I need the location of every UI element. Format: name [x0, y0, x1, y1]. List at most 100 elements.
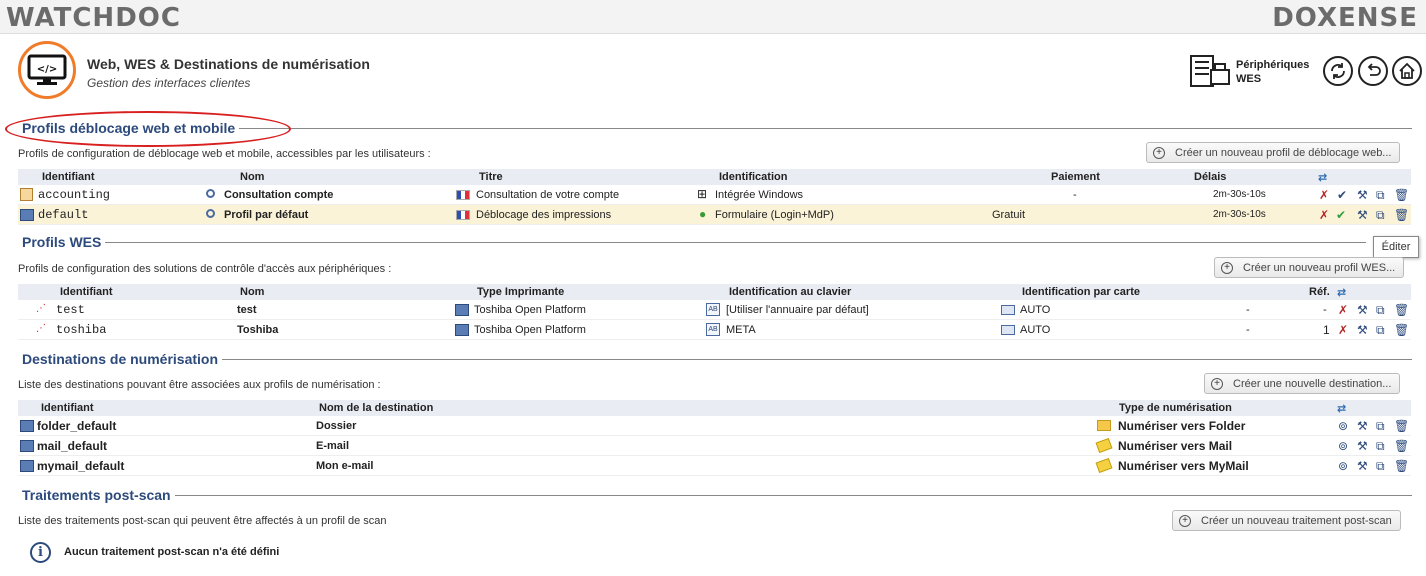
create-post-scan-button[interactable]: + Créer un nouveau traitement post-scan: [1172, 510, 1401, 531]
row-type-imprimante: Toshiba Open Platform: [474, 304, 586, 316]
table-row[interactable]: ⋰ toshiba Toshiba Toshiba Open Platform …: [18, 320, 1411, 340]
scan-antenna-icon[interactable]: ⊚: [1338, 420, 1348, 433]
row-nom-destination: Dossier: [316, 420, 357, 432]
delete-cross-icon[interactable]: ✗: [1338, 324, 1348, 337]
card-icon: [1001, 305, 1015, 315]
create-destination-label: Créer une nouvelle destination...: [1233, 377, 1392, 390]
create-web-profile-label: Créer un nouveau profil de déblocage web…: [1175, 146, 1392, 159]
table-row[interactable]: accounting Consultation compte Consultat…: [18, 185, 1411, 205]
page-subtitle: Gestion des interfaces clientes: [87, 76, 251, 90]
col-paiement: Paiement: [1051, 171, 1100, 183]
edit-tooltip: Éditer: [1373, 236, 1419, 258]
user-green-icon: ●: [699, 207, 707, 221]
edit-tools-icon[interactable]: ⚒: [1357, 324, 1368, 337]
row-identifiant: test: [56, 303, 85, 317]
devices-wes-link[interactable]: Périphériques WES: [1236, 58, 1309, 86]
row-identification-carte: AUTO: [1020, 324, 1051, 336]
edit-tools-icon[interactable]: ⚒: [1357, 304, 1368, 317]
col-identification: Identification: [719, 171, 788, 183]
mail-icon: [1095, 457, 1113, 474]
destination-icon: [20, 460, 34, 472]
table-row[interactable]: default Profil par défaut Déblocage des …: [18, 205, 1411, 225]
keyboard-icon: AB: [706, 323, 720, 336]
table-row[interactable]: mymail_default Mon e-mail Numériser vers…: [18, 456, 1411, 476]
row-identification-clavier: [Utiliser l'annuaire par défaut]: [726, 304, 869, 316]
edit-tools-icon[interactable]: ⚒: [1357, 440, 1368, 453]
duplicate-icon[interactable]: ⧉: [1376, 324, 1385, 337]
duplicate-icon[interactable]: ⧉: [1376, 460, 1385, 473]
empty-post-scan-message: Aucun traitement post-scan n'a été défin…: [64, 546, 280, 558]
trash-icon[interactable]: 🗑: [1394, 460, 1409, 473]
scan-destinations-table-header: Identifiant Nom de la destination Type d…: [18, 400, 1411, 416]
trash-icon[interactable]: 🗑: [1394, 209, 1409, 222]
home-button[interactable]: [1392, 56, 1422, 86]
row-paiement: -: [1073, 189, 1077, 201]
svg-text:</>: </>: [37, 64, 57, 75]
refresh-button[interactable]: [1323, 56, 1353, 86]
duplicate-icon[interactable]: ⧉: [1376, 304, 1385, 317]
create-wes-profile-button[interactable]: + Créer un nouveau profil WES...: [1214, 257, 1405, 278]
windows-icon: ⊞: [697, 187, 708, 201]
scan-antenna-icon[interactable]: ⊚: [1338, 440, 1348, 453]
home-icon: [1399, 62, 1415, 79]
row-titre: Déblocage des impressions: [476, 209, 612, 221]
table-row[interactable]: ⋰ test test Toshiba Open Platform AB [Ut…: [18, 300, 1411, 320]
scan-antenna-icon[interactable]: ⊚: [1338, 460, 1348, 473]
section-desc-post-scan: Liste des traitements post-scan qui peuv…: [18, 515, 387, 527]
table-row[interactable]: mail_default E-mail Numériser vers Mail …: [18, 436, 1411, 456]
wes-icon: ⋰: [36, 303, 46, 314]
edit-tools-icon[interactable]: ⚒: [1357, 420, 1368, 433]
trash-icon[interactable]: 🗑: [1394, 189, 1409, 202]
check-icon[interactable]: ✔: [1337, 189, 1347, 202]
section-title-wes-profiles: Profils WES: [22, 234, 106, 250]
row-delais: 2m-30s-10s: [1213, 189, 1266, 200]
delete-cross-icon[interactable]: ✗: [1319, 209, 1329, 222]
default-check-icon[interactable]: ✔: [1336, 209, 1346, 222]
destination-icon: [20, 420, 34, 432]
row-identifiant: toshiba: [56, 323, 107, 337]
row-identifiant: folder_default: [37, 419, 117, 433]
duplicate-icon[interactable]: ⧉: [1376, 420, 1385, 433]
devices-label: Périphériques: [1236, 59, 1310, 71]
back-button[interactable]: [1358, 56, 1388, 86]
create-wes-profile-label: Créer un nouveau profil WES...: [1243, 261, 1396, 274]
duplicate-icon[interactable]: ⧉: [1376, 440, 1385, 453]
row-identification-carte: AUTO: [1020, 304, 1051, 316]
duplicate-icon[interactable]: ⧉: [1376, 189, 1385, 202]
printer-icon[interactable]: [1189, 52, 1231, 90]
delete-cross-icon[interactable]: ✗: [1338, 304, 1348, 317]
row-paiement: Gratuit: [992, 209, 1026, 221]
plus-icon: +: [1211, 377, 1223, 390]
row-titre: Consultation de votre compte: [476, 189, 620, 201]
page-title: Web, WES & Destinations de numérisation: [87, 56, 370, 72]
wes-profiles-table-header: Identifiant Nom Type Imprimante Identifi…: [18, 284, 1411, 300]
trash-icon[interactable]: 🗑: [1394, 420, 1409, 433]
col-nom-destination: Nom de la destination: [319, 402, 434, 414]
duplicate-icon[interactable]: ⧉: [1376, 209, 1385, 222]
create-destination-button[interactable]: + Créer une nouvelle destination...: [1204, 373, 1401, 394]
edit-tools-icon[interactable]: ⚒: [1357, 460, 1368, 473]
sort-icon[interactable]: ⇄: [1337, 286, 1346, 299]
printer-model-icon: [455, 304, 469, 316]
keyboard-icon: AB: [706, 303, 720, 316]
row-delais: 2m-30s-10s: [1213, 209, 1266, 220]
row-dash: -: [1246, 324, 1250, 336]
row-nom: Profil par défaut: [224, 209, 309, 221]
row-type-numerisation: Numériser vers MyMail: [1118, 459, 1249, 473]
edit-tools-icon[interactable]: ⚒: [1357, 189, 1368, 202]
sort-icon[interactable]: ⇄: [1318, 171, 1327, 184]
row-nom: test: [237, 304, 257, 316]
sort-icon[interactable]: ⇄: [1337, 402, 1346, 415]
wes-label: WES: [1236, 73, 1262, 85]
edit-tools-icon[interactable]: ⚒: [1357, 209, 1368, 222]
trash-icon[interactable]: 🗑: [1394, 440, 1409, 453]
col-delais: Délais: [1194, 171, 1227, 183]
table-row[interactable]: folder_default Dossier Numériser vers Fo…: [18, 416, 1411, 436]
trash-icon[interactable]: 🗑: [1394, 304, 1409, 317]
trash-icon[interactable]: 🗑: [1394, 324, 1409, 337]
col-ref: Réf.: [1309, 286, 1330, 298]
delete-cross-icon[interactable]: ✗: [1319, 189, 1329, 202]
top-brand-bar: WATCHDOC DOXENSE: [0, 0, 1426, 34]
refresh-icon: [1331, 63, 1345, 79]
create-web-profile-button[interactable]: + Créer un nouveau profil de déblocage w…: [1146, 142, 1401, 163]
